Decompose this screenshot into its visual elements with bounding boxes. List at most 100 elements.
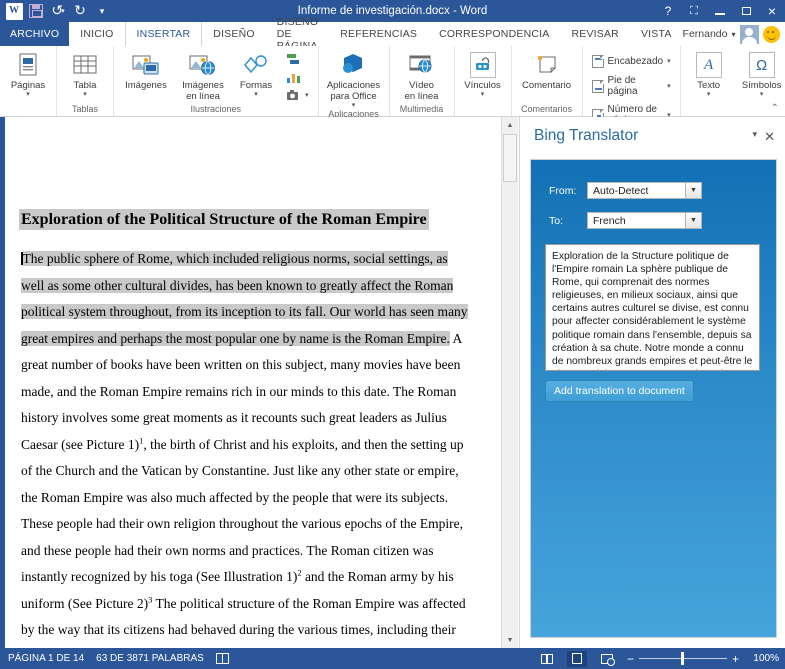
- document-area[interactable]: Exploration of the Political Structure o…: [0, 117, 519, 648]
- online-video-label: Vídeo en línea: [404, 80, 439, 102]
- scroll-down-button[interactable]: ▼: [502, 632, 518, 648]
- links-button[interactable]: Vínculos ▾: [459, 48, 507, 98]
- tab-revisar[interactable]: REVISAR: [560, 22, 630, 46]
- task-pane-options-icon[interactable]: ▾: [752, 129, 757, 140]
- add-translation-to-document-button[interactable]: Add translation to document: [545, 380, 694, 402]
- pictures-button[interactable]: Imágenes: [118, 48, 174, 91]
- tab-correspondencia[interactable]: CORRESPONDENCIA: [428, 22, 560, 46]
- document-text[interactable]: Exploration of the Political Structure o…: [21, 205, 473, 648]
- chevron-down-icon[interactable]: ▾: [481, 91, 485, 98]
- chart-button[interactable]: [283, 70, 312, 85]
- zoom-level-label[interactable]: 100%: [749, 653, 779, 664]
- zoom-in-button[interactable]: +: [732, 653, 739, 665]
- header-button[interactable]: Encabezado ▾: [589, 54, 674, 69]
- tab-referencias[interactable]: REFERENCIAS: [329, 22, 428, 46]
- smartart-button[interactable]: [283, 52, 312, 67]
- tab-diseno[interactable]: DISEÑO: [202, 22, 265, 46]
- ribbon-group-tablas: Tabla ▾ Tablas: [56, 46, 113, 116]
- proofing-errors-icon[interactable]: [215, 653, 229, 664]
- online-video-button[interactable]: Vídeo en línea: [394, 48, 450, 102]
- text-button[interactable]: A Texto ▾: [685, 48, 733, 98]
- chevron-down-icon[interactable]: ▾: [667, 83, 671, 90]
- comment-button[interactable]: Comentario: [516, 48, 578, 91]
- office-apps-button[interactable]: Aplicaciones para Office ▾: [323, 48, 385, 109]
- to-language-value: French: [593, 214, 626, 227]
- symbols-button[interactable]: Ω Símbolos ▾: [734, 48, 785, 98]
- ribbon-group-label-vinculos: [459, 114, 507, 116]
- chevron-down-icon[interactable]: ▼: [685, 183, 701, 198]
- task-pane-close-icon[interactable]: ✕: [764, 129, 775, 145]
- chevron-down-icon[interactable]: ▾: [254, 91, 258, 98]
- table-label: Tabla: [73, 80, 97, 91]
- ribbon-group-label-ilustraciones: Ilustraciones: [190, 104, 242, 114]
- tab-insertar[interactable]: INSERTAR: [124, 22, 203, 47]
- document-vertical-scrollbar[interactable]: ▲ ▼: [501, 117, 518, 648]
- zoom-track[interactable]: [638, 651, 727, 665]
- from-language-select[interactable]: Auto-Detect ▼: [587, 182, 702, 199]
- body-text-1: A great number of books have been writte…: [21, 330, 462, 452]
- customize-quick-access-icon[interactable]: ▾: [92, 2, 112, 21]
- maximize-button[interactable]: [733, 0, 759, 22]
- chevron-down-icon[interactable]: ▾: [731, 30, 735, 39]
- page-indicator[interactable]: PÁGINA 1 DE 14: [8, 653, 84, 664]
- web-layout-view-button[interactable]: [597, 651, 617, 667]
- zoom-thumb[interactable]: [680, 651, 684, 665]
- quick-access-toolbar: W ↺ ▾ ↻ ▾: [0, 2, 112, 21]
- tab-diseno-de-pagina[interactable]: DISEÑO DE PÁGINA: [266, 16, 329, 52]
- chevron-down-icon[interactable]: ▾: [352, 102, 356, 109]
- read-mode-view-button[interactable]: [537, 651, 557, 667]
- chevron-down-icon[interactable]: ▾: [26, 91, 30, 98]
- chevron-down-icon[interactable]: ▾: [83, 91, 87, 98]
- collapse-ribbon-button[interactable]: ⌃: [771, 103, 779, 114]
- pictures-icon: [132, 51, 160, 79]
- avatar[interactable]: [739, 24, 759, 44]
- shapes-icon: [242, 51, 270, 79]
- ribbon-tab-bar: ARCHIVO INICIO INSERTAR DISEÑO DISEÑO DE…: [0, 16, 785, 52]
- save-icon[interactable]: [26, 2, 46, 21]
- to-label: To:: [549, 214, 564, 227]
- ribbon-group-paginas: Páginas ▾: [0, 46, 56, 116]
- translation-output-box[interactable]: Exploration de la Structure politique de…: [545, 244, 760, 371]
- word-count-indicator[interactable]: 63 DE 3871 PALABRAS: [96, 653, 204, 664]
- close-button[interactable]: ×: [759, 0, 785, 22]
- zoom-slider[interactable]: − +: [627, 651, 739, 665]
- task-pane-title: Bing Translator: [534, 127, 639, 144]
- chevron-down-icon[interactable]: ▼: [685, 213, 701, 228]
- minimize-button[interactable]: [707, 0, 733, 22]
- help-button[interactable]: ?: [655, 0, 681, 22]
- shapes-button[interactable]: Formas ▾: [232, 48, 280, 98]
- table-button[interactable]: Tabla ▾: [61, 48, 109, 98]
- footer-icon: [591, 79, 604, 93]
- text-glyph: A: [695, 52, 722, 78]
- to-language-select[interactable]: French ▼: [587, 212, 702, 229]
- tab-inicio[interactable]: INICIO: [69, 22, 124, 46]
- bing-translator-task-pane: Bing Translator ▾ ✕ From: Auto-Detect ▼ …: [519, 117, 785, 648]
- tab-vista[interactable]: VISTA: [630, 22, 683, 46]
- links-label: Vínculos: [464, 80, 501, 91]
- account-area[interactable]: Fernando ▾: [683, 22, 785, 46]
- zoom-out-button[interactable]: −: [627, 653, 634, 665]
- pages-button[interactable]: Páginas ▾: [4, 48, 52, 98]
- scroll-up-button[interactable]: ▲: [502, 117, 518, 133]
- title-bar: W ↺ ▾ ↻ ▾ Informe de investigación.docx -…: [0, 0, 785, 22]
- pictures-label: Imágenes: [125, 80, 167, 91]
- chevron-down-icon[interactable]: ▾: [667, 58, 671, 65]
- chevron-down-icon[interactable]: ▾: [760, 91, 764, 98]
- feedback-smiley-icon[interactable]: [762, 25, 780, 43]
- from-label: From:: [549, 184, 577, 197]
- account-name: Fernando: [682, 28, 728, 40]
- document-page[interactable]: Exploration of the Political Structure o…: [5, 117, 501, 648]
- footer-button[interactable]: Pie de página ▾: [589, 74, 674, 98]
- chevron-down-icon[interactable]: ▾: [305, 92, 309, 99]
- tab-archivo[interactable]: ARCHIVO: [0, 22, 70, 46]
- ribbon-group-multimedia: Vídeo en línea Multimedia: [388, 46, 454, 116]
- undo-icon[interactable]: ↺ ▾: [48, 2, 68, 21]
- scrollbar-thumb[interactable]: [503, 134, 517, 182]
- screenshot-button[interactable]: ▾: [283, 88, 312, 102]
- redo-icon[interactable]: ↻: [70, 2, 90, 21]
- chevron-down-icon[interactable]: ▾: [707, 91, 711, 98]
- online-pictures-button[interactable]: Imágenes en línea: [175, 48, 231, 102]
- header-icon: [591, 55, 604, 68]
- print-layout-view-button[interactable]: [566, 650, 587, 667]
- ribbon-display-options-button[interactable]: ⛶: [681, 0, 707, 22]
